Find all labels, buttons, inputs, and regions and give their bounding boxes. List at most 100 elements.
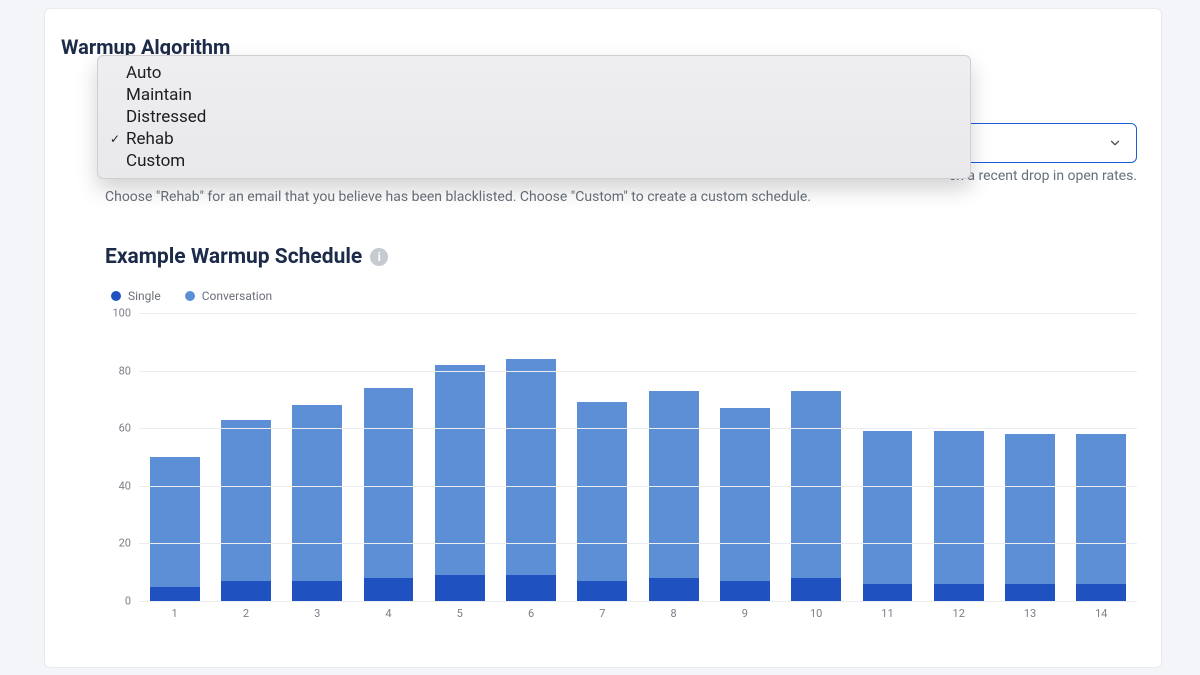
bar-segment-single bbox=[506, 575, 556, 601]
x-tick: 7 bbox=[567, 601, 638, 623]
bar-slot bbox=[210, 313, 281, 601]
gridline bbox=[139, 486, 1137, 487]
legend-swatch-conversation bbox=[185, 291, 195, 301]
bar[interactable] bbox=[934, 431, 984, 601]
chart-bars bbox=[139, 313, 1137, 601]
algorithm-option[interactable]: Distressed bbox=[98, 106, 970, 128]
x-tick: 11 bbox=[852, 601, 923, 623]
y-tick: 0 bbox=[105, 595, 131, 608]
gridline bbox=[139, 428, 1137, 429]
bar-segment-conversation bbox=[292, 405, 342, 581]
chart-title: Example Warmup Schedule bbox=[105, 245, 362, 269]
bar-segment-single bbox=[577, 581, 627, 601]
x-tick: 1 bbox=[139, 601, 210, 623]
chart-x-axis: 1234567891011121314 bbox=[139, 601, 1137, 623]
bar-segment-single bbox=[1076, 584, 1126, 601]
y-tick: 40 bbox=[105, 479, 131, 492]
bar[interactable] bbox=[221, 420, 271, 601]
bar-slot bbox=[781, 313, 852, 601]
bar[interactable] bbox=[577, 402, 627, 601]
bar[interactable] bbox=[435, 365, 485, 601]
info-icon[interactable]: i bbox=[370, 248, 388, 266]
algorithm-option[interactable]: Custom bbox=[98, 150, 970, 172]
help-text-line2: Choose "Rehab" for an email that you bel… bbox=[105, 189, 1137, 205]
bar[interactable] bbox=[292, 405, 342, 601]
bar-slot bbox=[852, 313, 923, 601]
x-tick: 9 bbox=[709, 601, 780, 623]
bar-segment-single bbox=[221, 581, 271, 601]
bar[interactable] bbox=[506, 359, 556, 601]
settings-card: Warmup Algorithm en a recent drop in ope… bbox=[44, 8, 1162, 668]
bar-segment-single bbox=[150, 587, 200, 601]
bar-slot bbox=[709, 313, 780, 601]
chart-section: Example Warmup Schedule i Single Convers… bbox=[105, 245, 1137, 623]
legend-label-single: Single bbox=[128, 289, 161, 303]
x-tick: 12 bbox=[923, 601, 994, 623]
x-tick: 2 bbox=[210, 601, 281, 623]
bar[interactable] bbox=[791, 391, 841, 601]
legend-swatch-single bbox=[111, 291, 121, 301]
bar-slot bbox=[567, 313, 638, 601]
bar-slot bbox=[353, 313, 424, 601]
bar-segment-conversation bbox=[150, 457, 200, 587]
bar-segment-single bbox=[934, 584, 984, 601]
legend-item-single[interactable]: Single bbox=[111, 289, 161, 303]
bar-segment-single bbox=[292, 581, 342, 601]
algorithm-option-label: Custom bbox=[126, 151, 185, 171]
bar[interactable] bbox=[1005, 434, 1055, 601]
bar-segment-conversation bbox=[364, 388, 414, 578]
chart-legend: Single Conversation bbox=[105, 289, 1137, 303]
bar-segment-conversation bbox=[1005, 434, 1055, 584]
algorithm-option-label: Distressed bbox=[126, 107, 206, 127]
bar-segment-single bbox=[791, 578, 841, 601]
algorithm-option[interactable]: ✓Rehab bbox=[98, 128, 970, 150]
bar[interactable] bbox=[863, 431, 913, 601]
bar[interactable] bbox=[720, 408, 770, 601]
gridline bbox=[139, 543, 1137, 544]
bar-segment-conversation bbox=[720, 408, 770, 581]
bar-slot bbox=[495, 313, 566, 601]
x-tick: 8 bbox=[638, 601, 709, 623]
bar-segment-conversation bbox=[934, 431, 984, 584]
bar[interactable] bbox=[150, 457, 200, 601]
chart-area: 020406080100 1234567891011121314 bbox=[105, 313, 1137, 623]
x-tick: 13 bbox=[994, 601, 1065, 623]
bar-slot bbox=[638, 313, 709, 601]
chart-plot bbox=[139, 313, 1137, 601]
bar-segment-conversation bbox=[791, 391, 841, 578]
bar-segment-single bbox=[1005, 584, 1055, 601]
bar-slot bbox=[282, 313, 353, 601]
bar-segment-single bbox=[649, 578, 699, 601]
bar-slot bbox=[994, 313, 1065, 601]
bar[interactable] bbox=[649, 391, 699, 601]
y-tick: 80 bbox=[105, 364, 131, 377]
y-tick: 20 bbox=[105, 537, 131, 550]
bar-segment-single bbox=[863, 584, 913, 601]
gridline bbox=[139, 371, 1137, 372]
algorithm-option[interactable]: Auto bbox=[98, 62, 970, 84]
y-tick: 100 bbox=[105, 307, 131, 320]
chevron-down-icon bbox=[1108, 136, 1122, 150]
algorithm-option[interactable]: Maintain bbox=[98, 84, 970, 106]
y-tick: 60 bbox=[105, 422, 131, 435]
bar-slot bbox=[923, 313, 994, 601]
algorithm-option-label: Maintain bbox=[126, 85, 192, 105]
x-tick: 3 bbox=[282, 601, 353, 623]
bar-segment-conversation bbox=[863, 431, 913, 584]
bar[interactable] bbox=[1076, 434, 1126, 601]
x-tick: 10 bbox=[781, 601, 852, 623]
x-tick: 14 bbox=[1066, 601, 1137, 623]
bar-segment-single bbox=[720, 581, 770, 601]
bar-slot bbox=[139, 313, 210, 601]
bar-segment-conversation bbox=[1076, 434, 1126, 584]
chart-y-axis: 020406080100 bbox=[105, 313, 135, 601]
algorithm-select-menu[interactable]: AutoMaintainDistressed✓RehabCustom bbox=[97, 55, 971, 179]
algorithm-option-label: Rehab bbox=[126, 129, 174, 149]
legend-label-conversation: Conversation bbox=[202, 289, 272, 303]
x-tick: 5 bbox=[424, 601, 495, 623]
bar-segment-single bbox=[435, 575, 485, 601]
gridline bbox=[139, 313, 1137, 314]
bar-segment-single bbox=[364, 578, 414, 601]
bar[interactable] bbox=[364, 388, 414, 601]
legend-item-conversation[interactable]: Conversation bbox=[185, 289, 272, 303]
